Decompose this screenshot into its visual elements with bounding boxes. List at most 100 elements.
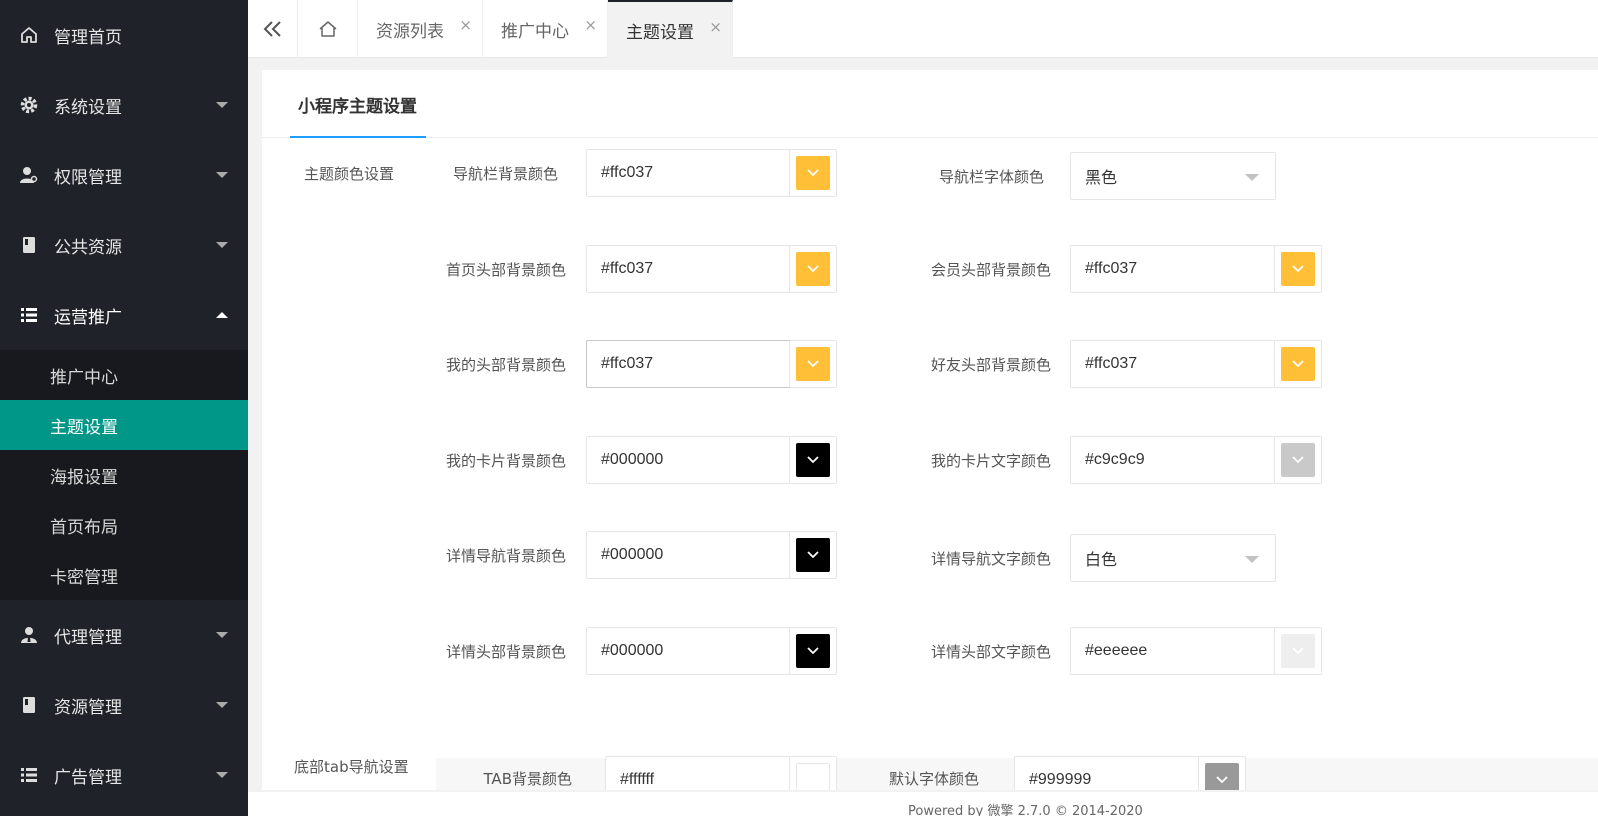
home-icon xyxy=(18,24,40,46)
home-head-bg-picker[interactable] xyxy=(789,245,837,293)
sidebar: 管理首页 系统设置 权限管理 公共资源 运营推广 推广中心 主题设置 海报设置 … xyxy=(0,0,248,816)
friend-head-bg-picker[interactable] xyxy=(1274,340,1322,388)
chevron-down-icon xyxy=(1292,647,1304,655)
sidebar-item-resources[interactable]: 资源管理 xyxy=(0,670,248,740)
sidebar-item-system-settings[interactable]: 系统设置 xyxy=(0,70,248,140)
field-label: 详情导航背景颜色 xyxy=(445,547,566,565)
tab-resource-list[interactable]: 资源列表 × xyxy=(358,0,483,58)
close-icon[interactable]: × xyxy=(459,16,472,34)
sidebar-subitem-label: 推广中心 xyxy=(50,367,118,388)
color-chip xyxy=(1281,347,1315,381)
color-chip xyxy=(796,156,830,190)
field-label: 会员头部背景颜色 xyxy=(930,261,1051,279)
field-label: 详情头部背景颜色 xyxy=(445,643,566,661)
field-label: 我的头部背景颜色 xyxy=(445,356,566,374)
close-icon[interactable]: × xyxy=(709,18,722,36)
field-label: 导航栏字体颜色 xyxy=(938,168,1044,186)
field-label: 我的卡片文字颜色 xyxy=(930,452,1051,470)
field-label: 详情导航文字颜色 xyxy=(930,550,1051,568)
sidebar-item-public-resources[interactable]: 公共资源 xyxy=(0,210,248,280)
my-head-bg-input[interactable] xyxy=(586,340,792,388)
tab-label: 主题设置 xyxy=(626,22,694,43)
default-font-picker[interactable] xyxy=(1198,756,1246,790)
sidebar-item-agents[interactable]: 代理管理 xyxy=(0,600,248,670)
sidebar-item-label: 权限管理 xyxy=(54,167,122,188)
detail-nav-text-select[interactable]: 白色 xyxy=(1070,534,1276,582)
list-icon xyxy=(18,764,40,786)
tab-bg-picker[interactable] xyxy=(789,756,837,790)
color-chip xyxy=(1205,763,1239,790)
detail-head-bg-picker[interactable] xyxy=(789,627,837,675)
sidebar-item-label: 管理首页 xyxy=(54,27,122,48)
tab-theme-settings[interactable]: 主题设置 × xyxy=(608,0,733,58)
chevron-down-icon xyxy=(216,772,228,778)
close-icon[interactable]: × xyxy=(584,16,597,34)
sidebar-subitem-label: 首页布局 xyxy=(50,517,118,538)
nav-bg-color-picker[interactable] xyxy=(789,149,837,197)
sidebar-subitem-home-layout[interactable]: 首页布局 xyxy=(0,500,248,550)
sidebar-subitem-theme-settings[interactable]: 主题设置 xyxy=(0,400,248,450)
chevron-down-icon xyxy=(216,102,228,108)
tab-home[interactable] xyxy=(298,0,358,58)
chevron-up-icon xyxy=(216,312,228,318)
sidebar-item-permissions[interactable]: 权限管理 xyxy=(0,140,248,210)
sidebar-item-label: 代理管理 xyxy=(54,627,122,648)
sidebar-item-label: 公共资源 xyxy=(54,237,122,258)
select-value: 白色 xyxy=(1085,550,1118,569)
chevron-down-icon xyxy=(807,169,819,177)
member-head-bg-input[interactable] xyxy=(1070,245,1276,293)
color-chip xyxy=(1281,634,1315,668)
member-head-bg-picker[interactable] xyxy=(1274,245,1322,293)
theme-settings-card: 小程序主题设置 主题颜色设置 导航栏背景颜色 导航栏字体颜色 黑色 首页头部背景… xyxy=(262,70,1598,790)
collapse-sidebar-button[interactable] xyxy=(248,0,298,58)
detail-head-text-picker[interactable] xyxy=(1274,627,1322,675)
select-value: 黑色 xyxy=(1085,168,1118,187)
color-chip xyxy=(1281,443,1315,477)
my-card-bg-picker[interactable] xyxy=(789,436,837,484)
friend-head-bg-input[interactable] xyxy=(1070,340,1276,388)
tab-bar: 资源列表 × 推广中心 × 主题设置 × xyxy=(248,0,1598,58)
sidebar-subitem-promotion-center[interactable]: 推广中心 xyxy=(0,350,248,400)
home-icon xyxy=(319,21,336,37)
color-chip xyxy=(796,634,830,668)
chevron-down-icon xyxy=(807,456,819,464)
user-key-icon xyxy=(18,164,40,186)
sidebar-item-home[interactable]: 管理首页 xyxy=(0,0,248,70)
sidebar-subitem-poster-settings[interactable]: 海报设置 xyxy=(0,450,248,500)
field-label: 默认字体颜色 xyxy=(888,770,979,788)
my-card-text-input[interactable] xyxy=(1070,436,1276,484)
field-label: 首页头部背景颜色 xyxy=(445,261,566,279)
sidebar-subitem-label: 卡密管理 xyxy=(50,567,118,588)
color-chip xyxy=(796,252,830,286)
my-card-text-picker[interactable] xyxy=(1274,436,1322,484)
detail-head-bg-input[interactable] xyxy=(586,627,792,675)
detail-head-text-input[interactable] xyxy=(1070,627,1276,675)
sidebar-item-ads[interactable]: 广告管理 xyxy=(0,740,248,810)
chevron-down-icon xyxy=(216,242,228,248)
chevron-down-icon xyxy=(1292,265,1304,273)
color-chip xyxy=(796,763,830,790)
field-label: 好友头部背景颜色 xyxy=(930,356,1051,374)
tab-bg-input[interactable] xyxy=(605,756,811,790)
detail-nav-bg-picker[interactable] xyxy=(789,531,837,579)
footer: Powered by 微擎 2.7.0 © 2014-2020 xyxy=(248,792,1598,816)
card-header: 小程序主题设置 xyxy=(262,70,1598,138)
default-font-input[interactable] xyxy=(1014,756,1220,790)
sidebar-item-operations[interactable]: 运营推广 xyxy=(0,280,248,350)
color-chip xyxy=(796,538,830,572)
nav-font-color-select[interactable]: 黑色 xyxy=(1070,152,1276,200)
field-label: 详情头部文字颜色 xyxy=(930,643,1051,661)
my-card-bg-input[interactable] xyxy=(586,436,792,484)
section-label-tab-nav: 底部tab导航设置 xyxy=(294,758,409,776)
card-title-underline xyxy=(290,136,426,138)
field-label: 导航栏背景颜色 xyxy=(452,165,558,183)
chevron-down-icon xyxy=(1216,776,1228,784)
detail-nav-bg-input[interactable] xyxy=(586,531,792,579)
tab-promotion-center[interactable]: 推广中心 × xyxy=(483,0,608,58)
chevron-down-icon xyxy=(1245,174,1259,181)
my-head-bg-picker[interactable] xyxy=(789,340,837,388)
sidebar-subitem-label: 海报设置 xyxy=(50,467,118,488)
nav-bg-color-input[interactable] xyxy=(586,149,792,197)
home-head-bg-input[interactable] xyxy=(586,245,792,293)
sidebar-subitem-card-keys[interactable]: 卡密管理 xyxy=(0,550,248,600)
